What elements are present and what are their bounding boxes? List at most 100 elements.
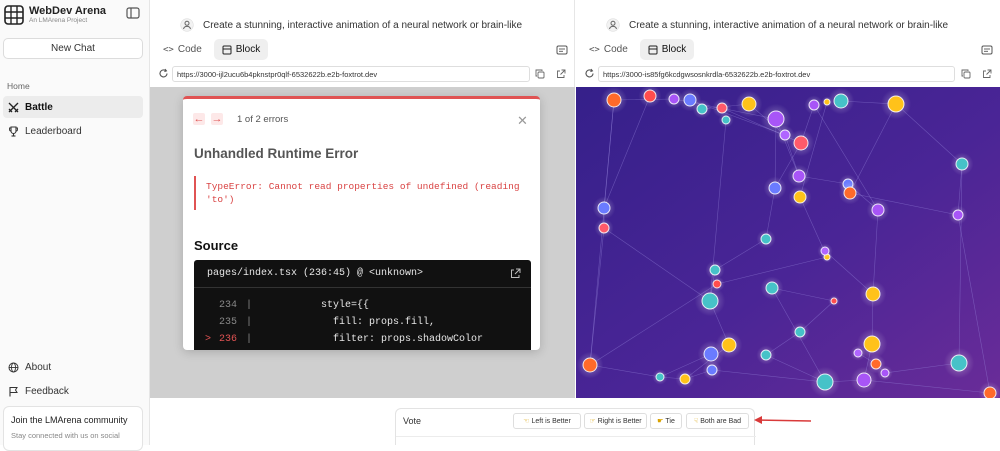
tab-label: Block [235, 44, 261, 55]
network-node[interactable] [760, 349, 772, 361]
network-node[interactable] [843, 186, 857, 200]
network-node[interactable] [760, 233, 772, 245]
network-node[interactable] [887, 95, 905, 113]
tab-block[interactable]: Block [213, 39, 269, 60]
network-node[interactable] [765, 281, 779, 295]
tab-block[interactable]: Block [639, 39, 695, 60]
error-message: TypeError: Cannot read properties of und… [194, 176, 530, 210]
sidebar-item-about[interactable]: About [3, 356, 143, 378]
vote-label: Vote [403, 416, 422, 426]
network-node[interactable] [856, 372, 872, 388]
next-error-arrow-icon[interactable]: → [211, 113, 223, 125]
line-number: 234 [219, 300, 238, 311]
open-external-icon[interactable] [556, 69, 566, 79]
network-node[interactable] [768, 181, 782, 195]
user-icon [180, 18, 194, 32]
close-icon[interactable]: ✕ [517, 113, 528, 129]
reload-icon[interactable] [158, 68, 169, 79]
network-node[interactable] [792, 169, 806, 183]
vote-button-label: Right is Better [597, 417, 642, 425]
network-node[interactable] [703, 346, 719, 362]
preview-viewport-left[interactable]: ← → 1 of 2 errors ✕ Unhandled Runtime Er… [150, 87, 575, 398]
trophy-icon [9, 125, 18, 137]
preview-viewport-right[interactable] [576, 87, 1000, 398]
sidebar-item-leaderboard[interactable]: Leaderboard [3, 120, 143, 142]
both-are-bad-button[interactable]: ☟ Both are Bad [686, 413, 749, 429]
network-node[interactable] [701, 292, 719, 310]
handshake-icon: ☛ [657, 418, 664, 425]
network-node[interactable] [706, 364, 718, 376]
network-node[interactable] [598, 222, 610, 234]
network-node[interactable] [950, 354, 968, 372]
code-icon: <> [163, 44, 174, 55]
network-node[interactable] [794, 326, 806, 338]
hand-right-icon: ☞ [589, 418, 596, 425]
network-node[interactable] [655, 372, 665, 382]
network-node[interactable] [871, 203, 885, 217]
network-node[interactable] [696, 103, 708, 115]
vote-button-label: Left is Better [531, 417, 571, 425]
tab-code[interactable]: <> Code [155, 39, 210, 60]
network-node[interactable] [793, 190, 807, 204]
network-node[interactable] [793, 135, 809, 151]
open-external-icon[interactable] [982, 69, 992, 79]
new-chat-button[interactable]: New Chat [3, 38, 143, 59]
network-node[interactable] [853, 348, 863, 358]
network-node[interactable] [721, 337, 737, 353]
network-node[interactable] [741, 96, 757, 112]
network-node[interactable] [983, 386, 997, 398]
community-card[interactable]: Join the LMArena community Stay connecte… [3, 406, 143, 451]
community-title: Join the LMArena community [11, 415, 128, 425]
terminal-icon[interactable] [981, 44, 993, 56]
community-subtitle: Stay connected with us on social [11, 431, 120, 440]
network-node[interactable] [833, 93, 849, 109]
reload-icon[interactable] [584, 68, 595, 79]
prev-error-arrow-icon[interactable]: ← [193, 113, 205, 125]
network-node[interactable] [816, 373, 834, 391]
network-node[interactable] [643, 89, 657, 103]
network-node[interactable] [709, 264, 721, 276]
network-node[interactable] [865, 286, 881, 302]
annotation-arrow-icon [754, 416, 812, 424]
network-node[interactable] [880, 368, 890, 378]
network-node[interactable] [820, 246, 830, 256]
right-is-better-button[interactable]: ☞ Right is Better [584, 413, 647, 429]
brand-subtitle: An LMArena Project [29, 17, 88, 24]
sidebar-item-feedback[interactable]: Feedback [3, 380, 143, 402]
network-node[interactable] [952, 209, 964, 221]
network-node[interactable] [716, 102, 728, 114]
copy-icon[interactable] [535, 69, 545, 79]
network-node[interactable] [863, 335, 881, 353]
tie-button[interactable]: ☛ Tie [650, 413, 682, 429]
network-node[interactable] [870, 358, 882, 370]
block-icon [222, 45, 232, 54]
url-field[interactable]: https://3000-ijl2ucu6b4pknstpr0qlf-65326… [172, 66, 530, 82]
terminal-icon[interactable] [556, 44, 568, 56]
network-node[interactable] [721, 115, 731, 125]
copy-icon[interactable] [961, 69, 971, 79]
error-title: Unhandled Runtime Error [194, 146, 359, 161]
open-in-editor-icon[interactable] [510, 268, 521, 279]
sidebar-item-battle[interactable]: Battle [3, 96, 143, 118]
network-node[interactable] [830, 297, 838, 305]
network-node[interactable] [606, 92, 622, 108]
sidebar-item-label: Battle [25, 101, 53, 113]
neural-network-canvas[interactable] [576, 87, 1000, 398]
network-node[interactable] [668, 93, 680, 105]
line-number: 235 [219, 317, 238, 328]
network-node[interactable] [767, 110, 785, 128]
network-node[interactable] [955, 157, 969, 171]
code-frame: pages/index.tsx (236:45) @ <unknown> 234… [194, 260, 531, 350]
network-node[interactable] [808, 99, 820, 111]
view-tabs: <> Code Block [581, 39, 695, 60]
left-is-better-button[interactable]: ☜ Left is Better [513, 413, 581, 429]
url-field[interactable]: https://3000-is85fg6kcdgwsosnkrdla-65326… [598, 66, 955, 82]
network-node[interactable] [582, 357, 598, 373]
network-node[interactable] [679, 373, 691, 385]
globe-icon [8, 362, 19, 372]
view-tabs: <> Code Block [155, 39, 269, 60]
network-node[interactable] [597, 201, 611, 215]
sidebar-toggle-icon[interactable] [126, 6, 140, 20]
line-code: fill: props.fill, [261, 317, 436, 328]
tab-code[interactable]: <> Code [581, 39, 636, 60]
